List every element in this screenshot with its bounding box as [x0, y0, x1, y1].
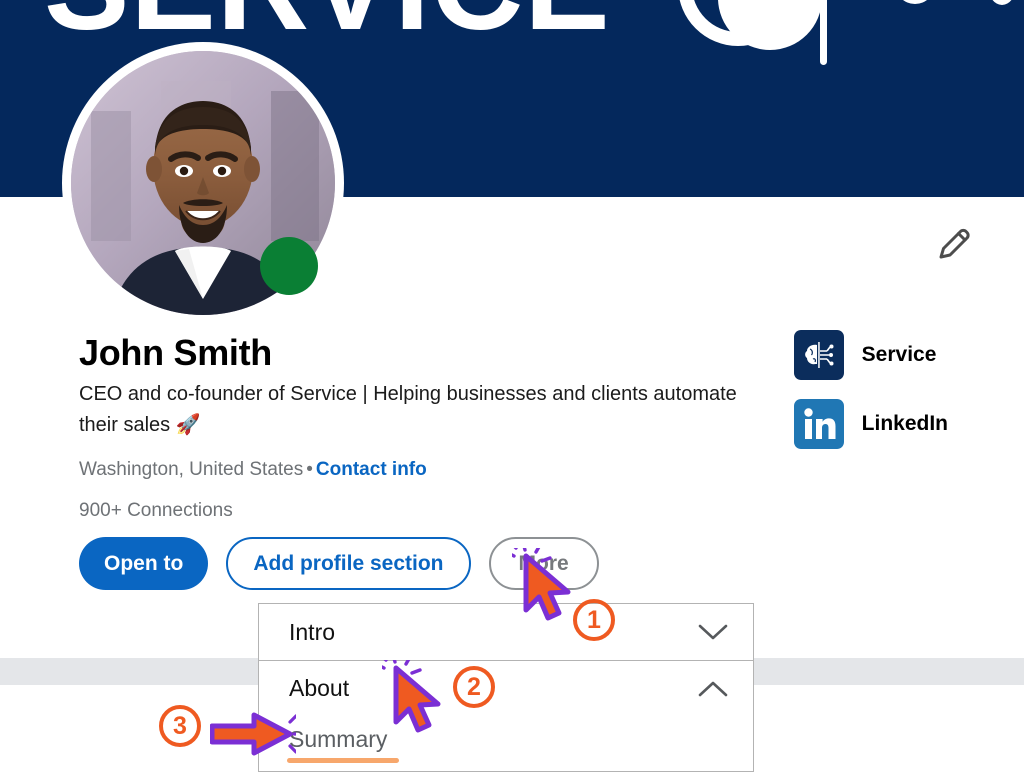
- dropdown-row-label: About: [289, 675, 350, 701]
- open-to-button[interactable]: Open to: [79, 537, 209, 590]
- profile-location-row: Washington, United States • Contact info: [79, 457, 759, 484]
- brain-circuit-logo-icon: [793, 330, 844, 380]
- organization-label: Service: [861, 343, 937, 366]
- dropdown-subsection-about: Summary: [259, 716, 753, 771]
- linkedin-logo-icon: [793, 399, 844, 449]
- dropdown-subitem-summary[interactable]: Summary: [287, 726, 399, 763]
- summary-highlight-underline: [287, 758, 399, 763]
- connections-count[interactable]: 900+ Connections: [79, 500, 759, 522]
- dropdown-subitem-label: Summary: [289, 726, 388, 752]
- annotation-cursor-2: [382, 660, 441, 733]
- edit-profile-pencil-icon[interactable]: [932, 222, 976, 266]
- add-profile-section-dropdown: Intro About Summary: [258, 603, 754, 772]
- annotation-step-badge-1: 1: [573, 599, 615, 641]
- organization-item-service[interactable]: Service: [793, 330, 948, 380]
- banner-network-graphic: [679, 0, 1012, 65]
- page-title: John Smith: [79, 332, 272, 373]
- dropdown-row-about[interactable]: About: [259, 660, 753, 716]
- organization-item-linkedin[interactable]: LinkedIn: [793, 399, 948, 449]
- annotation-arrow-3: [210, 712, 296, 756]
- profile-identity: John Smith CEO and co-founder of Service…: [79, 332, 759, 522]
- add-profile-section-button[interactable]: Add profile section: [226, 537, 471, 590]
- dropdown-row-label: Intro: [289, 618, 336, 645]
- banner-title: SERVICE: [44, 0, 611, 50]
- profile-location: Washington, United States: [79, 459, 304, 481]
- annotation-step-badge-3: 3: [159, 705, 201, 747]
- chevron-up-icon: [698, 681, 728, 696]
- dropdown-row-intro[interactable]: Intro: [259, 604, 753, 660]
- annotation-step-badge-2: 2: [453, 666, 495, 708]
- meta-separator: •: [306, 459, 313, 481]
- profile-headline: CEO and co-founder of Service | Helping …: [79, 383, 737, 437]
- contact-info-link[interactable]: Contact info: [316, 459, 427, 480]
- open-to-work-status-badge: [260, 237, 318, 295]
- organization-label: LinkedIn: [861, 412, 948, 435]
- profile-organizations: Service LinkedIn: [793, 330, 948, 468]
- profile-photo[interactable]: [62, 42, 344, 324]
- chevron-down-icon: [698, 624, 728, 640]
